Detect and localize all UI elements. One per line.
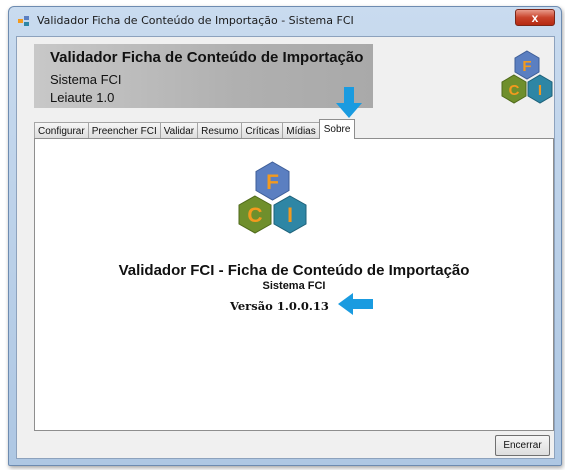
app-icon — [18, 16, 29, 26]
logo-hex-i: I — [527, 74, 553, 104]
fci-logo-large-icon: F C I — [238, 161, 307, 234]
svg-text:I: I — [538, 82, 542, 99]
encerrar-button[interactable]: Encerrar — [495, 435, 550, 456]
tab-criticas[interactable]: Críticas — [241, 122, 284, 139]
about-subtitle: Sistema FCI — [262, 280, 326, 292]
svg-text:I: I — [287, 204, 293, 227]
client-area: Validador Ficha de Conteúdo de Importaçã… — [16, 36, 555, 459]
logo-large-hex-i: I — [273, 195, 307, 234]
logo-hex-f: F — [514, 50, 540, 80]
tab-resumo[interactable]: Resumo — [197, 122, 243, 139]
tab-sobre[interactable]: Sobre — [318, 119, 356, 139]
logo-hex-c: C — [501, 74, 527, 104]
window-close-button[interactable]: x — [515, 9, 555, 26]
title-bar[interactable]: Validador Ficha de Conteúdo de Importaçã… — [9, 7, 561, 35]
svg-text:C: C — [509, 82, 520, 99]
logo-large-hex-f: F — [255, 161, 290, 201]
tab-validar[interactable]: Validar — [159, 122, 199, 139]
svg-text:C: C — [247, 204, 262, 227]
tab-configurar[interactable]: Configurar — [34, 122, 89, 139]
logo-large-hex-c: C — [238, 195, 272, 234]
tab-strip: Configurar Preencher FCI Validar Resumo … — [34, 119, 356, 139]
svg-text:F: F — [522, 58, 531, 75]
app-window: Validador Ficha de Conteúdo de Importaçã… — [8, 6, 562, 466]
fci-logo-icon: F C I — [501, 50, 553, 104]
arrow-down-icon — [336, 87, 362, 118]
version-label: Versão 1.0.0.13 — [230, 299, 329, 313]
svg-text:F: F — [266, 171, 279, 194]
header-subtitle: Sistema FCI — [50, 72, 122, 87]
window-title: Validador Ficha de Conteúdo de Importaçã… — [37, 14, 354, 27]
arrow-left-icon — [338, 293, 373, 315]
header-title: Validador Ficha de Conteúdo de Importaçã… — [50, 49, 364, 66]
tab-preencher-fci[interactable]: Preencher FCI — [87, 122, 161, 139]
header-banner: Validador Ficha de Conteúdo de Importaçã… — [34, 44, 373, 108]
about-panel: F C I Validador FCI - Ficha de Conteúdo … — [34, 138, 554, 431]
header-layout-version: Leiaute 1.0 — [50, 90, 115, 105]
about-title: Validador FCI - Ficha de Conteúdo de Imp… — [118, 262, 470, 279]
tab-midias[interactable]: Mídias — [282, 122, 320, 139]
